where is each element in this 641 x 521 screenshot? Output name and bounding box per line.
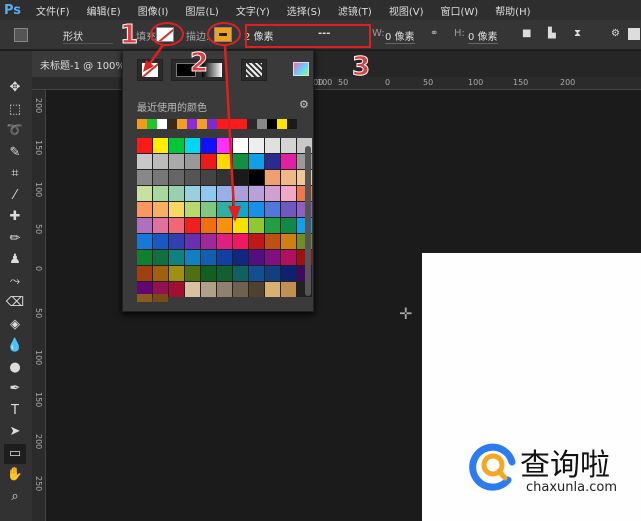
watermark-domain: chaxunla.com — [526, 480, 617, 495]
watermark-logo-icon — [469, 443, 516, 491]
watermark-brand: 查询啦 — [520, 448, 610, 483]
watermark: 查询啦 chaxunla.com — [468, 438, 638, 498]
